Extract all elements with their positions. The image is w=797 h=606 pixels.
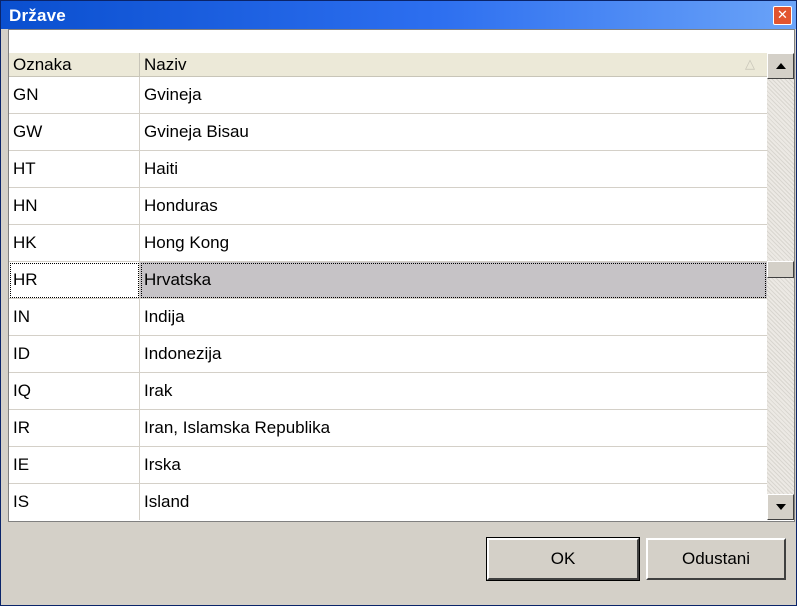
table-row[interactable]: IS Island xyxy=(9,484,767,520)
dialog-window: Države ✕ Oznaka Naziv △ GN Gvineja GW Gv… xyxy=(0,0,797,606)
table-row[interactable]: HT Haiti xyxy=(9,151,767,188)
table-row[interactable]: ID Indonezija xyxy=(9,336,767,373)
cell-name: Honduras xyxy=(140,188,767,225)
arrow-down-icon xyxy=(776,504,786,510)
cell-name: Island xyxy=(140,484,767,520)
cell-code: HN xyxy=(9,188,140,225)
table-row[interactable]: IR Iran, Islamska Republika xyxy=(9,410,767,447)
cell-name: Indija xyxy=(140,299,767,336)
cell-code: IR xyxy=(9,410,140,447)
table-row[interactable]: IQ Irak xyxy=(9,373,767,410)
cell-code: IS xyxy=(9,484,140,520)
cancel-button[interactable]: Odustani xyxy=(646,538,786,580)
window-title: Države xyxy=(9,6,66,25)
column-header-code-label: Oznaka xyxy=(13,55,72,74)
cell-name: Hong Kong xyxy=(140,225,767,262)
cell-name: Hrvatska xyxy=(140,262,767,299)
column-header-name-label: Naziv xyxy=(144,55,187,74)
ok-button[interactable]: OK xyxy=(486,537,640,581)
cell-code: HR xyxy=(9,262,140,299)
column-header-name[interactable]: Naziv △ xyxy=(140,53,767,76)
table-row[interactable]: HN Honduras xyxy=(9,188,767,225)
table-row[interactable]: GW Gvineja Bisau xyxy=(9,114,767,151)
table-row[interactable]: IE Irska xyxy=(9,447,767,484)
scroll-up-button[interactable] xyxy=(767,53,794,79)
dialog-footer: OK Odustani xyxy=(1,522,796,605)
cell-code: IE xyxy=(9,447,140,484)
close-button[interactable]: ✕ xyxy=(773,6,792,25)
cell-name: Gvineja xyxy=(140,77,767,114)
grid-header: Oznaka Naziv △ xyxy=(9,53,767,77)
cell-name: Gvineja Bisau xyxy=(140,114,767,151)
arrow-up-icon xyxy=(776,63,786,69)
cell-code: ID xyxy=(9,336,140,373)
close-icon: ✕ xyxy=(777,8,788,23)
countries-grid[interactable]: Oznaka Naziv △ GN Gvineja GW Gvineja Bis… xyxy=(9,53,767,520)
cell-name: Irska xyxy=(140,447,767,484)
column-header-code[interactable]: Oznaka xyxy=(9,53,140,76)
cell-name: Irak xyxy=(140,373,767,410)
scroll-down-button[interactable] xyxy=(767,494,794,520)
cell-code: IN xyxy=(9,299,140,336)
cell-code: IQ xyxy=(9,373,140,410)
sort-ascending-icon: △ xyxy=(745,57,755,72)
grid-rows: GN Gvineja GW Gvineja Bisau HT Haiti HN … xyxy=(9,77,767,520)
table-row[interactable]: HK Hong Kong xyxy=(9,225,767,262)
cell-code: HK xyxy=(9,225,140,262)
table-row-selected[interactable]: HR Hrvatska xyxy=(9,262,767,299)
scroll-thumb[interactable] xyxy=(767,261,794,278)
cell-name: Iran, Islamska Republika xyxy=(140,410,767,447)
title-bar[interactable]: Države ✕ xyxy=(1,1,796,29)
table-row[interactable]: GN Gvineja xyxy=(9,77,767,114)
cell-code: GN xyxy=(9,77,140,114)
cell-name: Haiti xyxy=(140,151,767,188)
vertical-scrollbar[interactable] xyxy=(767,53,794,520)
cell-code: GW xyxy=(9,114,140,151)
table-row[interactable]: IN Indija xyxy=(9,299,767,336)
cell-code: HT xyxy=(9,151,140,188)
cell-name: Indonezija xyxy=(140,336,767,373)
